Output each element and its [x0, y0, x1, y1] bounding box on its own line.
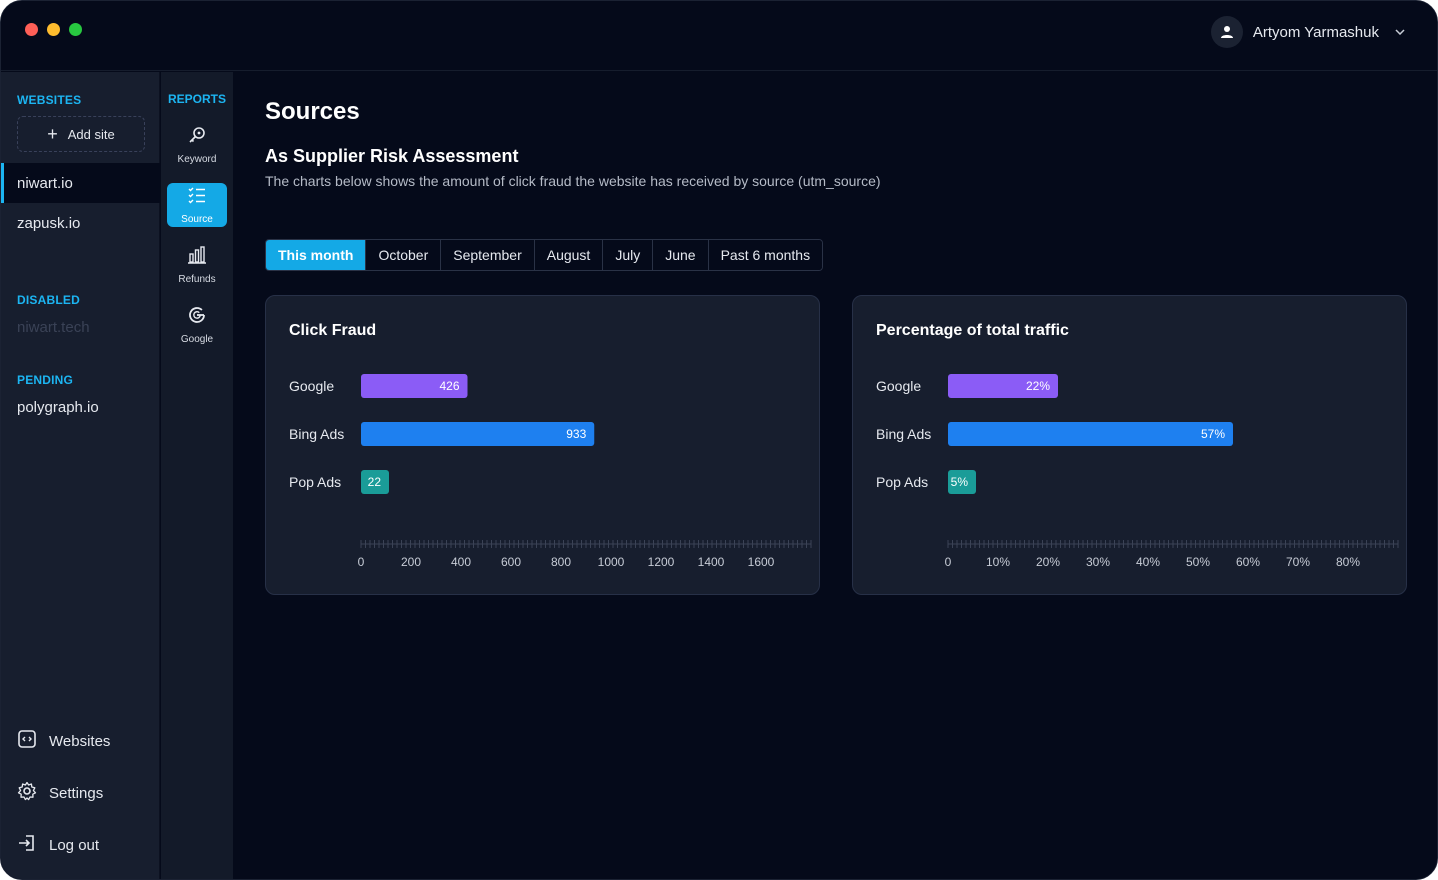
key-icon [187, 125, 207, 150]
minimize-window-button[interactable] [47, 23, 60, 36]
reports-nav: REPORTS Keyword Source Refunds Google [161, 72, 233, 879]
user-menu[interactable]: Artyom Yarmashuk [1210, 15, 1405, 49]
bar-value-label: 5% [951, 475, 969, 489]
nav-websites[interactable]: Websites [17, 729, 110, 753]
page-title: Sources [265, 98, 360, 125]
site-label: niwart.tech [17, 318, 90, 336]
x-tick-label: 0 [945, 555, 952, 569]
report-label: Google [180, 334, 214, 345]
x-tick-label: 1400 [698, 555, 725, 569]
traffic-percentage-card: Percentage of total traffic Google 22% Bin… [852, 295, 1407, 595]
x-tick-label: 70% [1286, 555, 1310, 569]
user-name: Artyom Yarmashuk [1252, 23, 1379, 41]
sidebar-site-niwart-tech[interactable]: niwart.tech [1, 307, 160, 347]
sidebar-site-zapusk-io[interactable]: zapusk.io [1, 203, 160, 243]
pending-section-title: PENDING [17, 373, 74, 387]
x-tick-label: 600 [501, 555, 521, 569]
plus-icon: + [47, 124, 58, 144]
report-label: Source [181, 214, 213, 225]
bar-chart-icon [187, 245, 207, 270]
category-label: Bing Ads [289, 426, 344, 442]
tab-july[interactable]: July [603, 240, 654, 270]
close-window-button[interactable] [25, 23, 38, 36]
chevron-down-icon[interactable] [1395, 27, 1405, 38]
period-tabs: This month October September August July… [265, 239, 824, 271]
tab-august[interactable]: August [534, 240, 604, 270]
traffic-percentage-chart: Google 22% Bing Ads 57% Pop Ads 5% 0 10% 20% 30% 4… [876, 374, 1399, 569]
nav-label: Log out [49, 836, 100, 854]
x-tick-label: 80% [1336, 555, 1360, 569]
nav-settings[interactable]: Settings [17, 781, 103, 805]
category-label: Bing Ads [876, 426, 931, 442]
nav-label: Settings [49, 784, 104, 802]
category-label: Google [876, 378, 921, 394]
report-label: Refunds [178, 274, 216, 285]
logout-icon [17, 833, 37, 857]
click-fraud-card: Click Fraud Google 426 Bing Ads 933 Pop Ads 2… [265, 295, 820, 595]
nav-label: Websites [49, 732, 111, 750]
main-content: Sources As Supplier Risk Assessment The … [233, 72, 1437, 879]
section-title: As Supplier Risk Assessment [265, 146, 519, 166]
app-window: Artyom Yarmashuk WEBSITES + Add site niw… [0, 0, 1438, 880]
site-label: niwart.io [17, 174, 73, 192]
bar-value-label: 426 [439, 379, 459, 393]
websites-section-title: WEBSITES [17, 93, 82, 107]
add-site-label: Add site [67, 126, 115, 142]
google-icon [187, 305, 207, 330]
x-tick-label: 20% [1036, 555, 1060, 569]
bar [361, 422, 595, 446]
user-avatar-icon [1210, 16, 1243, 48]
tab-september[interactable]: September [441, 240, 535, 270]
x-tick-label: 1600 [748, 555, 775, 569]
tab-this-month[interactable]: This month [266, 240, 367, 270]
add-site-button[interactable]: + Add site [17, 116, 145, 152]
list-icon [187, 185, 207, 210]
category-label: Google [289, 378, 334, 394]
x-tick-label: 200 [401, 555, 421, 569]
x-tick-label: 60% [1236, 555, 1260, 569]
x-tick-label: 10% [986, 555, 1010, 569]
click-fraud-chart: Google 426 Bing Ads 933 Pop Ads 22 0 200 400 600 8… [289, 374, 812, 569]
sidebar: WEBSITES + Add site niwart.io zapusk.io … [1, 72, 160, 879]
report-refunds[interactable]: Refunds [167, 243, 227, 287]
x-tick-label: 1200 [648, 555, 675, 569]
bar-value-label: 22 [368, 475, 382, 489]
x-tick-label: 30% [1086, 555, 1110, 569]
gear-icon [17, 781, 37, 805]
report-keyword[interactable]: Keyword [167, 123, 227, 167]
site-label: zapusk.io [17, 214, 81, 232]
report-google[interactable]: Google [167, 303, 227, 347]
maximize-window-button[interactable] [69, 23, 82, 36]
disabled-section-title: DISABLED [17, 293, 80, 307]
title-bar: Artyom Yarmashuk [1, 1, 1437, 71]
category-label: Pop Ads [289, 474, 341, 490]
report-source[interactable]: Source [167, 183, 227, 227]
x-tick-label: 0 [358, 555, 365, 569]
sidebar-site-polygraph-io[interactable]: polygraph.io [1, 387, 160, 427]
tab-june[interactable]: June [653, 240, 709, 270]
tab-october[interactable]: October [366, 240, 442, 270]
x-tick-label: 1000 [598, 555, 625, 569]
reports-section-title: REPORTS [168, 92, 227, 106]
bar-value-label: 933 [566, 427, 586, 441]
bar-value-label: 22% [1026, 379, 1050, 393]
tab-past-6-months[interactable]: Past 6 months [708, 240, 823, 270]
code-window-icon [17, 729, 37, 753]
section-description: The charts below shows the amount of cli… [265, 173, 881, 189]
nav-logout[interactable]: Log out [17, 833, 99, 857]
x-tick-label: 40% [1136, 555, 1160, 569]
report-label: Keyword [177, 154, 217, 165]
category-label: Pop Ads [876, 474, 928, 490]
x-tick-label: 50% [1186, 555, 1210, 569]
site-label: polygraph.io [17, 398, 99, 416]
bar-value-label: 57% [1201, 427, 1225, 441]
x-tick-label: 800 [551, 555, 571, 569]
sidebar-site-niwart-io[interactable]: niwart.io [1, 163, 160, 203]
bar [948, 422, 1233, 446]
x-tick-label: 400 [451, 555, 471, 569]
